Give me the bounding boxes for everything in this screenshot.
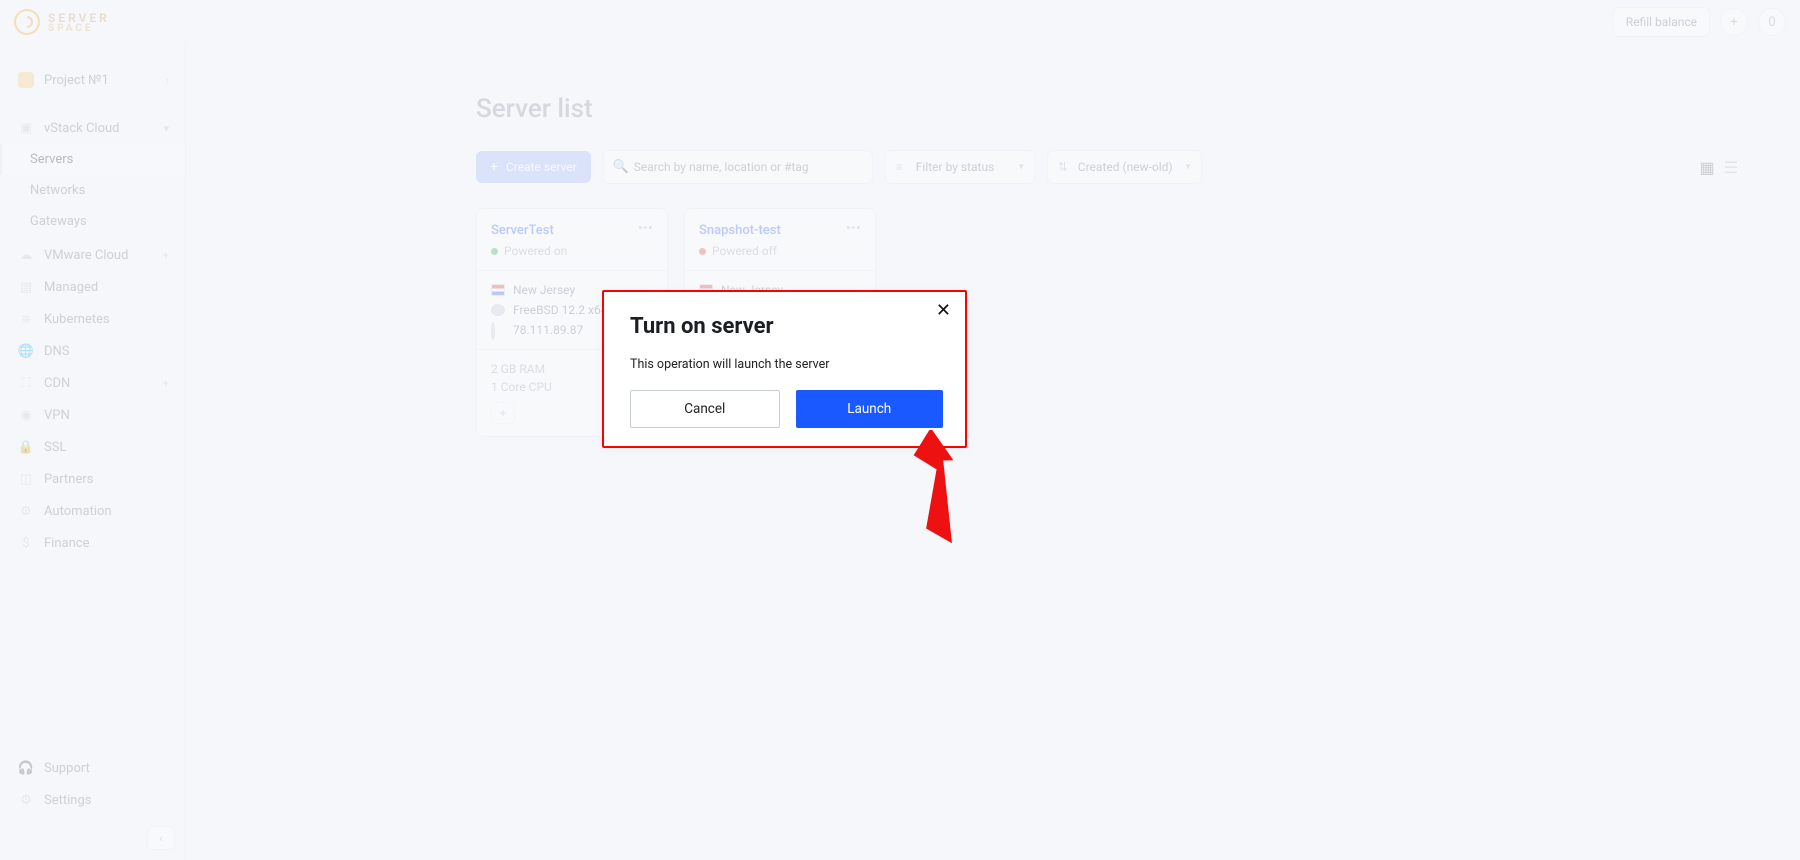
modal-description: This operation will launch the server: [630, 357, 943, 372]
modal-close-button[interactable]: ✕: [936, 302, 951, 320]
modal-actions: Cancel Launch: [630, 390, 943, 428]
cancel-button[interactable]: Cancel: [630, 390, 780, 428]
close-icon: ✕: [936, 300, 951, 321]
modal-title: Turn on server: [630, 314, 943, 339]
launch-button[interactable]: Launch: [796, 390, 944, 428]
turn-on-server-modal: ✕ Turn on server This operation will lau…: [602, 290, 967, 448]
